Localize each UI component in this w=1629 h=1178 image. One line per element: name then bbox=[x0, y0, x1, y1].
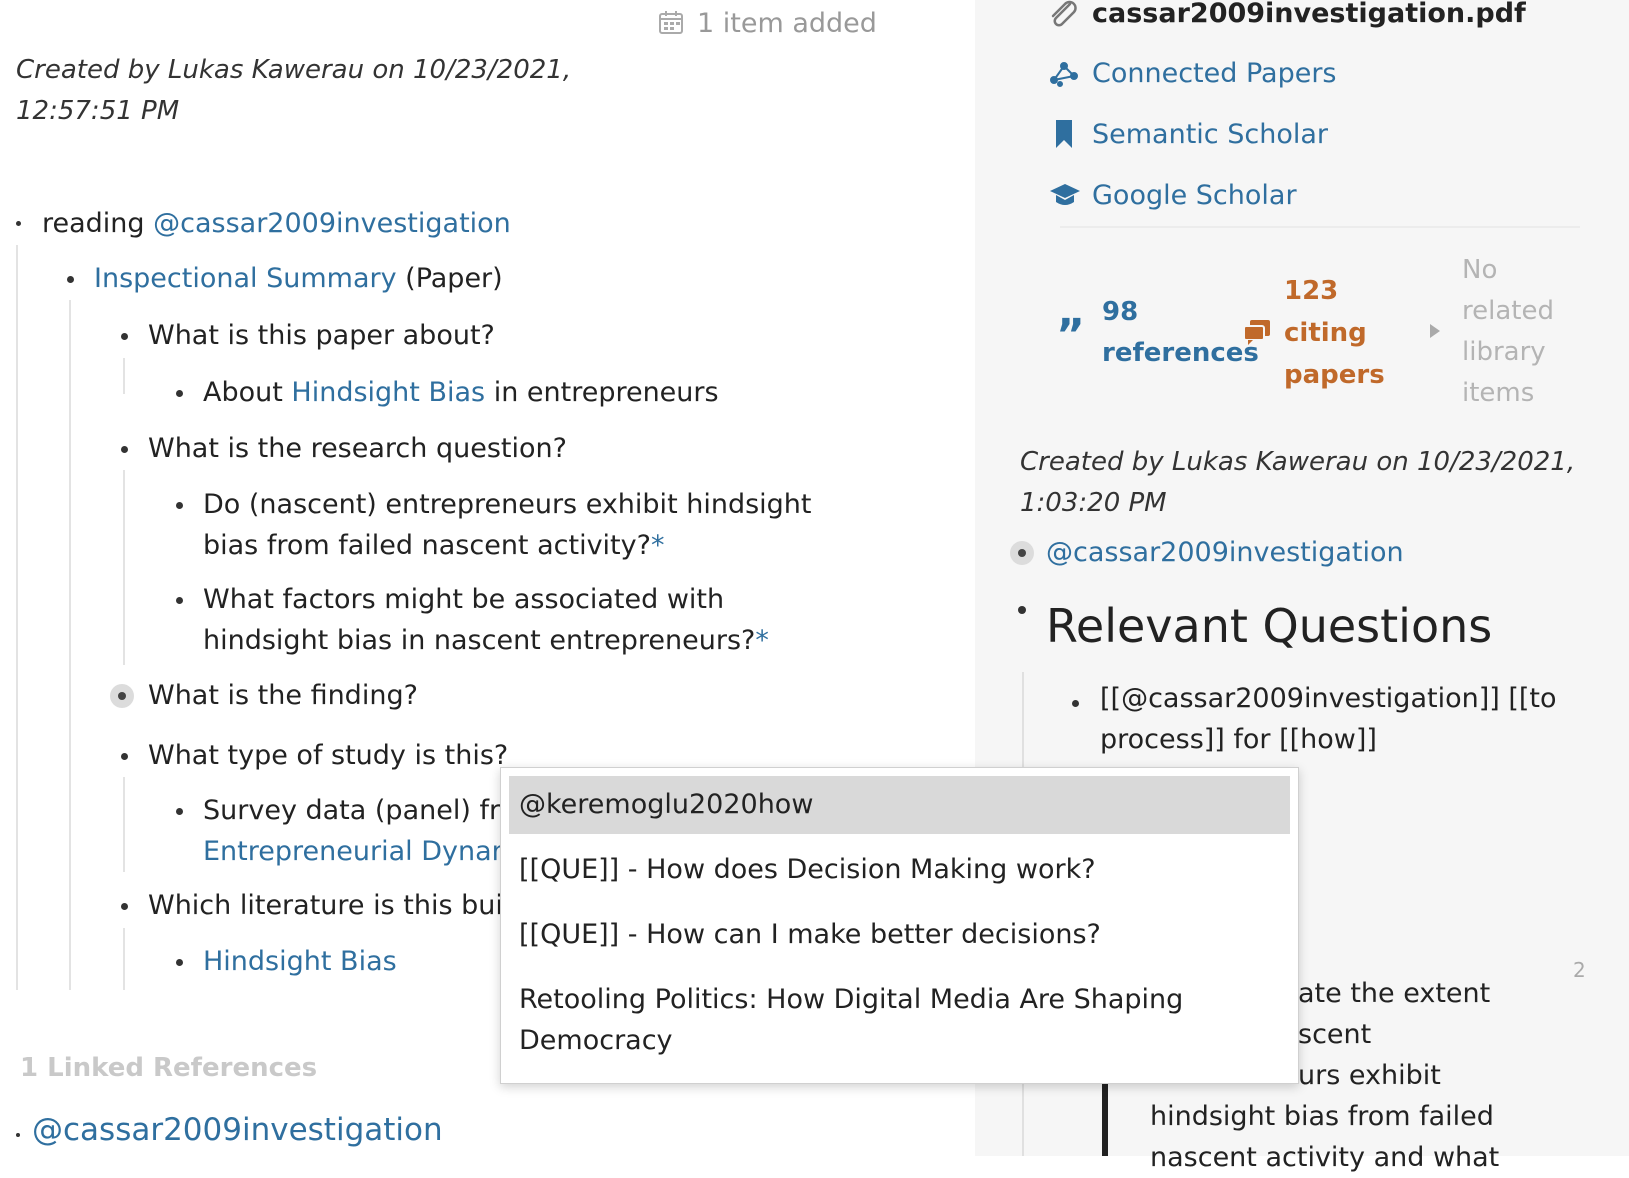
block-count-badge: 2 bbox=[1573, 958, 1586, 982]
caret-right-icon[interactable] bbox=[1428, 322, 1442, 340]
block-q1[interactable]: What is this paper about? bbox=[148, 315, 495, 356]
block-bullet bbox=[16, 1133, 20, 1137]
semantic-scholar-link[interactable]: Semantic Scholar bbox=[1092, 117, 1328, 153]
q2-answer-1-line1: Do (nascent) entrepreneurs exhibit hinds… bbox=[203, 489, 812, 520]
indent-guide bbox=[123, 358, 125, 394]
editor-line-2: process]] for [[how]] bbox=[1100, 724, 1377, 755]
created-time-text: 12:57:51 PM bbox=[16, 96, 180, 126]
autocomplete-option-line2: Democracy bbox=[519, 1025, 673, 1056]
q2-answer-2-line2: hindsight bias in nascent entrepreneurs? bbox=[203, 625, 756, 656]
block-bullet[interactable] bbox=[176, 959, 183, 966]
block-bullet[interactable] bbox=[176, 390, 183, 397]
editor-line-1: [[@cassar2009investigation]] [[to bbox=[1100, 683, 1557, 714]
google-scholar-link[interactable]: Google Scholar bbox=[1092, 178, 1297, 214]
block-q4[interactable]: What type of study is this? bbox=[148, 735, 508, 776]
block-bullet[interactable] bbox=[121, 753, 128, 760]
indent-guide bbox=[69, 300, 71, 990]
paperclip-icon bbox=[1048, 0, 1080, 30]
autocomplete-dropdown: @keremoglu2020how [[QUE]] - How does Dec… bbox=[500, 767, 1299, 1084]
entrepreneurial-dynamics-link[interactable]: Entrepreneurial Dynam bbox=[203, 831, 518, 872]
linked-reference-page-link[interactable]: @cassar2009investigation bbox=[32, 1110, 443, 1150]
references-count: 98 bbox=[1102, 297, 1139, 327]
collapsed-block-bullet[interactable] bbox=[110, 684, 134, 708]
block-bullet[interactable] bbox=[1072, 700, 1079, 707]
connected-papers-icon bbox=[1048, 58, 1080, 90]
calendar-icon bbox=[657, 8, 685, 36]
indent-guide bbox=[16, 245, 18, 990]
related-line-2: related bbox=[1462, 296, 1554, 326]
reading-tag-link[interactable]: @cassar2009investigation bbox=[153, 208, 511, 239]
block-bullet[interactable] bbox=[121, 903, 128, 910]
block-bullet[interactable] bbox=[16, 221, 21, 226]
related-items-text: No related library items bbox=[1462, 250, 1554, 414]
quote-line-1: ate the extent bbox=[1298, 978, 1491, 1009]
block-bullet[interactable] bbox=[1018, 606, 1026, 614]
bookmark-icon bbox=[1052, 118, 1076, 150]
q4-answer-line1: Survey data (panel) fro bbox=[203, 795, 516, 826]
hindsight-bias-link[interactable]: Hindsight Bias bbox=[291, 377, 485, 408]
items-added-text: 1 item added bbox=[697, 8, 877, 39]
citing-papers-link[interactable]: 123 citing papers bbox=[1284, 270, 1385, 396]
asterisk-link[interactable]: * bbox=[651, 530, 665, 561]
block-inspectional-summary[interactable]: Inspectional Summary (Paper) bbox=[94, 258, 503, 299]
block-q2-answer-1[interactable]: Do (nascent) entrepreneurs exhibit hinds… bbox=[203, 484, 812, 566]
autocomplete-option[interactable]: Retooling Politics: How Digital Media Ar… bbox=[519, 979, 1183, 1061]
indent-guide bbox=[123, 470, 125, 665]
q2-answer-1-line2: bias from failed nascent activity? bbox=[203, 530, 651, 561]
indent-guide bbox=[123, 928, 125, 990]
block-reading[interactable]: reading @cassar2009investigation bbox=[42, 203, 511, 244]
quote-line-4: hindsight bias from failed bbox=[1150, 1101, 1494, 1132]
indent-guide bbox=[123, 777, 125, 872]
block-q1-answer[interactable]: About Hindsight Bias in entrepreneurs bbox=[203, 372, 719, 413]
block-bullet[interactable] bbox=[121, 333, 128, 340]
sidebar-created-time: 1:03:20 PM bbox=[1020, 488, 1167, 518]
references-label: references bbox=[1102, 338, 1259, 368]
block-q5[interactable]: Which literature is this buil bbox=[148, 885, 510, 926]
inspectional-summary-link[interactable]: Inspectional Summary bbox=[94, 263, 397, 294]
reading-text: reading bbox=[42, 208, 154, 239]
linked-references-heading[interactable]: 1 Linked References bbox=[20, 1053, 317, 1083]
related-line-3: library bbox=[1462, 337, 1546, 367]
citing-label-2: papers bbox=[1284, 360, 1385, 390]
block-bullet[interactable] bbox=[67, 276, 74, 283]
sidebar-tag-link[interactable]: @cassar2009investigation bbox=[1046, 532, 1404, 573]
block-q2[interactable]: What is the research question? bbox=[148, 428, 567, 469]
divider bbox=[1060, 226, 1580, 228]
inspectional-suffix: (Paper) bbox=[396, 263, 503, 294]
citing-label-1: citing bbox=[1284, 318, 1367, 348]
sidebar-created-by: Created by Lukas Kawerau on 10/23/2021, bbox=[1020, 447, 1576, 477]
block-q2-answer-2[interactable]: What factors might be associated with hi… bbox=[203, 579, 769, 661]
relevant-questions-heading[interactable]: Relevant Questions bbox=[1046, 597, 1492, 655]
citing-icon bbox=[1242, 318, 1272, 346]
block-q3[interactable]: What is the finding? bbox=[148, 675, 418, 716]
block-bullet[interactable] bbox=[176, 808, 183, 815]
created-by-text: Created by Lukas Kawerau on 10/23/2021, bbox=[16, 55, 572, 85]
graduation-cap-icon bbox=[1048, 180, 1082, 210]
autocomplete-option[interactable]: @keremoglu2020how bbox=[519, 784, 813, 825]
pdf-attachment-link[interactable]: cassar2009investigation.pdf bbox=[1092, 0, 1526, 32]
quote-line-2: scent bbox=[1298, 1019, 1372, 1050]
autocomplete-option[interactable]: [[QUE]] - How can I make better decision… bbox=[519, 914, 1101, 955]
quote-line-5: nascent activity and what bbox=[1150, 1142, 1500, 1173]
related-line-1: No bbox=[1462, 255, 1498, 285]
quote-icon: ” bbox=[1056, 310, 1085, 361]
references-count-link[interactable]: 98 references bbox=[1102, 292, 1259, 374]
q1-answer-suffix: in entrepreneurs bbox=[485, 377, 719, 408]
citing-count: 123 bbox=[1284, 276, 1339, 306]
connected-papers-link[interactable]: Connected Papers bbox=[1092, 56, 1337, 92]
q2-answer-2-line1: What factors might be associated with bbox=[203, 584, 725, 615]
autocomplete-option-line1: Retooling Politics: How Digital Media Ar… bbox=[519, 984, 1184, 1015]
block-bullet[interactable] bbox=[176, 597, 183, 604]
quote-line-3: urs exhibit bbox=[1298, 1060, 1441, 1091]
q1-answer-prefix: About bbox=[203, 377, 292, 408]
autocomplete-option[interactable]: [[QUE]] - How does Decision Making work? bbox=[519, 849, 1096, 890]
block-editor-textarea[interactable]: [[@cassar2009investigation]] [[to proces… bbox=[1100, 678, 1557, 760]
collapsed-block-bullet[interactable] bbox=[1010, 541, 1034, 565]
asterisk-link[interactable]: * bbox=[755, 625, 769, 656]
block-bullet[interactable] bbox=[176, 502, 183, 509]
related-line-4: items bbox=[1462, 378, 1535, 408]
block-q4-answer[interactable]: Survey data (panel) fro Entrepreneurial … bbox=[203, 790, 518, 872]
block-bullet[interactable] bbox=[121, 446, 128, 453]
hindsight-bias-link[interactable]: Hindsight Bias bbox=[203, 941, 397, 982]
